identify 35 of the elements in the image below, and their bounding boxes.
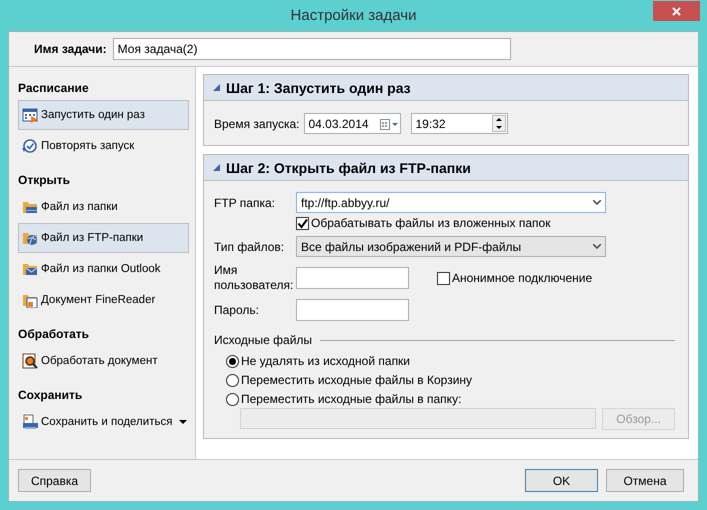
radio-label: Переместить исходные файлы в Корзину [241,373,472,387]
section-heading: Открыть [18,173,72,188]
file-type-dropdown[interactable]: Все файлы изображений и PDF-файлы [296,236,606,257]
group-heading: Исходные файлы [214,333,312,347]
task-name-field[interactable]: Моя задача(2) [112,38,511,60]
section-heading: Расписание [18,81,90,96]
sidebar-item[interactable]: Повторять запуск [18,131,189,161]
field-label: Тип файлов: [214,240,286,254]
field-label: FTP папка: [214,196,276,210]
sidebar-item[interactable]: Сохранить и поделиться [18,407,189,437]
section-heading: Сохранить [18,388,84,403]
ftp-folder-combobox[interactable]: ftp://ftp.abbyy.ru/ [296,192,606,213]
field-label: Имя задачи: [34,42,107,56]
radio-label: Не удалять из исходной папки [241,354,410,368]
section-heading: Обработать [18,327,90,342]
field-label: Время запуска: [214,116,300,130]
window-title: Настройки задачи [290,7,416,24]
cancel-button[interactable]: Отмена [606,469,684,492]
help-button[interactable]: Справка [18,469,91,492]
sidebar-item[interactable]: Обработать документ [18,346,189,376]
ok-button[interactable]: OK [525,469,598,492]
checkbox-label: Обрабатывать файлы из вложенных папок [311,216,550,230]
sidebar-item[interactable]: Файл из папки Outlook [18,254,189,284]
section-title: Шаг 1: Запустить один раз [226,80,411,96]
field-label: Пароль: [214,303,260,317]
time-field[interactable]: 19:32 [410,113,508,134]
sidebar-item[interactable]: Файл из FTP-папки [18,223,189,253]
field-label: Имя пользователя: [214,263,294,293]
radio-label: Переместить исходные файлы в папку: [241,392,462,406]
sidebar-item[interactable]: Документ FineReader [18,285,189,315]
sidebar-item[interactable]: Файл из папки [18,192,189,222]
checkbox-label: Анонимное подключение [452,271,592,285]
date-picker[interactable]: 04.03.2014 [304,113,400,134]
sidebar-item[interactable]: Запустить один раз [18,100,189,130]
section-title: Шаг 2: Открыть файл из FTP-папки [226,160,471,176]
